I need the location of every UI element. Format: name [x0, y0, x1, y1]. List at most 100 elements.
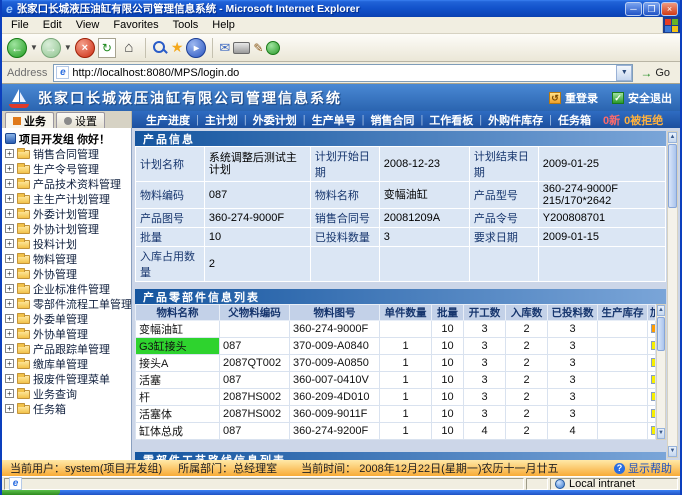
menu-help[interactable]: Help — [205, 18, 242, 32]
tree-expander-icon[interactable]: + — [5, 389, 14, 398]
table-row[interactable]: 活塞体2087HS002360-009-9011F11032320 % — [136, 406, 656, 423]
sidebar-item[interactable]: +产品技术资料管理 — [5, 176, 131, 191]
tab-settings[interactable]: 设置 — [56, 112, 105, 128]
sidebar-item[interactable]: +物料管理 — [5, 251, 131, 266]
scroll-track[interactable] — [657, 316, 665, 428]
menu-tools[interactable]: Tools — [166, 18, 206, 32]
tree-expander-icon[interactable]: + — [5, 284, 14, 293]
messenger-icon[interactable] — [266, 41, 280, 55]
mail-icon[interactable]: ✉ — [219, 40, 230, 56]
sidebar-item[interactable]: +任务箱 — [5, 401, 131, 416]
scroll-up-icon[interactable]: ▲ — [657, 305, 665, 316]
badge-new-tasks[interactable]: 0新 — [603, 112, 620, 128]
address-dropdown-icon[interactable]: ▼ — [616, 65, 632, 81]
search-icon[interactable] — [152, 40, 168, 56]
address-input[interactable] — [72, 67, 616, 79]
relogin-button[interactable]: ↺ 重登录 — [549, 90, 598, 106]
column-header[interactable]: 入库数 — [506, 305, 548, 321]
back-icon[interactable]: ← — [7, 38, 27, 58]
badge-rejected-tasks[interactable]: 0被拒绝 — [624, 112, 663, 128]
close-button[interactable]: × — [661, 2, 678, 16]
sidebar-item[interactable]: +销售合同管理 — [5, 146, 131, 161]
forward-dropdown-icon[interactable]: ▼ — [64, 43, 72, 52]
sidebar-item[interactable]: +外协单管理 — [5, 326, 131, 341]
favorites-icon[interactable]: ★ — [171, 39, 184, 56]
tree-expander-icon[interactable]: + — [5, 149, 14, 158]
column-header[interactable]: 开工数 — [464, 305, 506, 321]
sidebar-item[interactable]: +投料计划 — [5, 236, 131, 251]
nav-item-5[interactable]: 工作看板 — [423, 112, 479, 128]
sidebar-item[interactable]: +主生产计划管理 — [5, 191, 131, 206]
menu-view[interactable]: View — [69, 18, 107, 32]
windows-taskbar[interactable] — [2, 490, 680, 495]
scroll-up-icon[interactable]: ▲ — [668, 132, 677, 143]
menu-file[interactable]: File — [4, 18, 36, 32]
column-header[interactable]: 单件数量 — [380, 305, 432, 321]
tree-expander-icon[interactable]: + — [5, 224, 14, 233]
nav-item-3[interactable]: 生产单号 — [306, 112, 362, 128]
menu-edit[interactable]: Edit — [36, 18, 69, 32]
sidebar-item[interactable]: +零部件流程工单管理 — [5, 296, 131, 311]
scroll-track[interactable] — [668, 143, 677, 446]
column-header[interactable]: 物料图号 — [290, 305, 380, 321]
back-dropdown-icon[interactable]: ▼ — [30, 43, 38, 52]
sidebar-item[interactable]: +外协管理 — [5, 266, 131, 281]
maximize-button[interactable]: ❐ — [643, 2, 660, 16]
column-header[interactable]: 生产库存 — [598, 305, 648, 321]
table-row[interactable]: 活塞087360-007-0410V11032320 % — [136, 372, 656, 389]
column-header[interactable]: 已投料数 — [548, 305, 598, 321]
forward-icon[interactable]: → — [41, 38, 61, 58]
tree-expander-icon[interactable]: + — [5, 239, 14, 248]
scroll-down-icon[interactable]: ▼ — [668, 446, 677, 457]
nav-item-7[interactable]: 任务箱 — [552, 112, 597, 128]
go-button[interactable]: → Go — [633, 66, 677, 80]
sidebar-item[interactable]: +外委计划管理 — [5, 206, 131, 221]
edit-icon[interactable]: ✎ — [253, 41, 263, 55]
sidebar-item[interactable]: +缴库单管理 — [5, 356, 131, 371]
sidebar-item[interactable]: +业务查询 — [5, 386, 131, 401]
print-icon[interactable] — [233, 42, 250, 54]
refresh-icon[interactable]: ↻ — [98, 38, 116, 58]
parts-table-scrollbar[interactable]: ▲ ▼ — [656, 304, 666, 440]
table-row[interactable]: 杆2087HS002360-209-4D01011032320 % — [136, 389, 656, 406]
table-row[interactable]: 缸体总成087360-274-9200F11042419 % — [136, 423, 656, 440]
media-icon[interactable]: ▸ — [186, 38, 206, 58]
tree-expander-icon[interactable]: + — [5, 299, 14, 308]
logout-button[interactable]: ✓ 安全退出 — [612, 90, 672, 106]
sidebar-item[interactable]: +外委单管理 — [5, 311, 131, 326]
table-row[interactable]: 变幅油缸360-274-9000F1032329 % — [136, 321, 656, 338]
sidebar-item[interactable]: +生产令号管理 — [5, 161, 131, 176]
tree-expander-icon[interactable]: + — [5, 329, 14, 338]
sidebar-item[interactable]: +企业标准件管理 — [5, 281, 131, 296]
column-header[interactable]: 加工进度 — [648, 305, 656, 321]
tree-expander-icon[interactable]: + — [5, 269, 14, 278]
sidebar-item[interactable]: +产品跟踪单管理 — [5, 341, 131, 356]
home-icon[interactable]: ⌂ — [119, 39, 139, 56]
table-row[interactable]: 接头A2087QT002370-009-A085011032320 % — [136, 355, 656, 372]
tree-expander-icon[interactable]: + — [5, 209, 14, 218]
nav-item-0[interactable]: 生产进度 — [140, 112, 196, 128]
table-row[interactable]: G3缸接头087370-009-A084011032320 % — [136, 338, 656, 355]
tree-expander-icon[interactable]: + — [5, 194, 14, 203]
tree-expander-icon[interactable]: + — [5, 374, 14, 383]
show-help-link[interactable]: ? 显示帮助 — [614, 460, 672, 476]
tree-expander-icon[interactable]: + — [5, 359, 14, 368]
tree-expander-icon[interactable]: + — [5, 254, 14, 263]
content-scrollbar[interactable]: ▲ ▼ — [667, 131, 678, 458]
scroll-thumb[interactable] — [668, 144, 677, 208]
sidebar-item[interactable]: +外协计划管理 — [5, 221, 131, 236]
column-header[interactable]: 物料名称 — [136, 305, 220, 321]
stop-icon[interactable]: × — [75, 38, 95, 58]
tree-expander-icon[interactable]: + — [5, 164, 14, 173]
tab-business[interactable]: 业务 — [5, 112, 54, 128]
tree-expander-icon[interactable]: + — [5, 344, 14, 353]
nav-item-1[interactable]: 主计划 — [199, 112, 244, 128]
nav-item-2[interactable]: 外委计划 — [247, 112, 303, 128]
nav-item-6[interactable]: 外购件库存 — [482, 112, 549, 128]
sidebar-item[interactable]: +报废件管理菜单 — [5, 371, 131, 386]
column-header[interactable]: 父物料编码 — [220, 305, 290, 321]
start-button[interactable] — [2, 490, 60, 495]
column-header[interactable]: 批量 — [432, 305, 464, 321]
tree-expander-icon[interactable]: + — [5, 314, 14, 323]
menu-favorites[interactable]: Favorites — [106, 18, 165, 32]
